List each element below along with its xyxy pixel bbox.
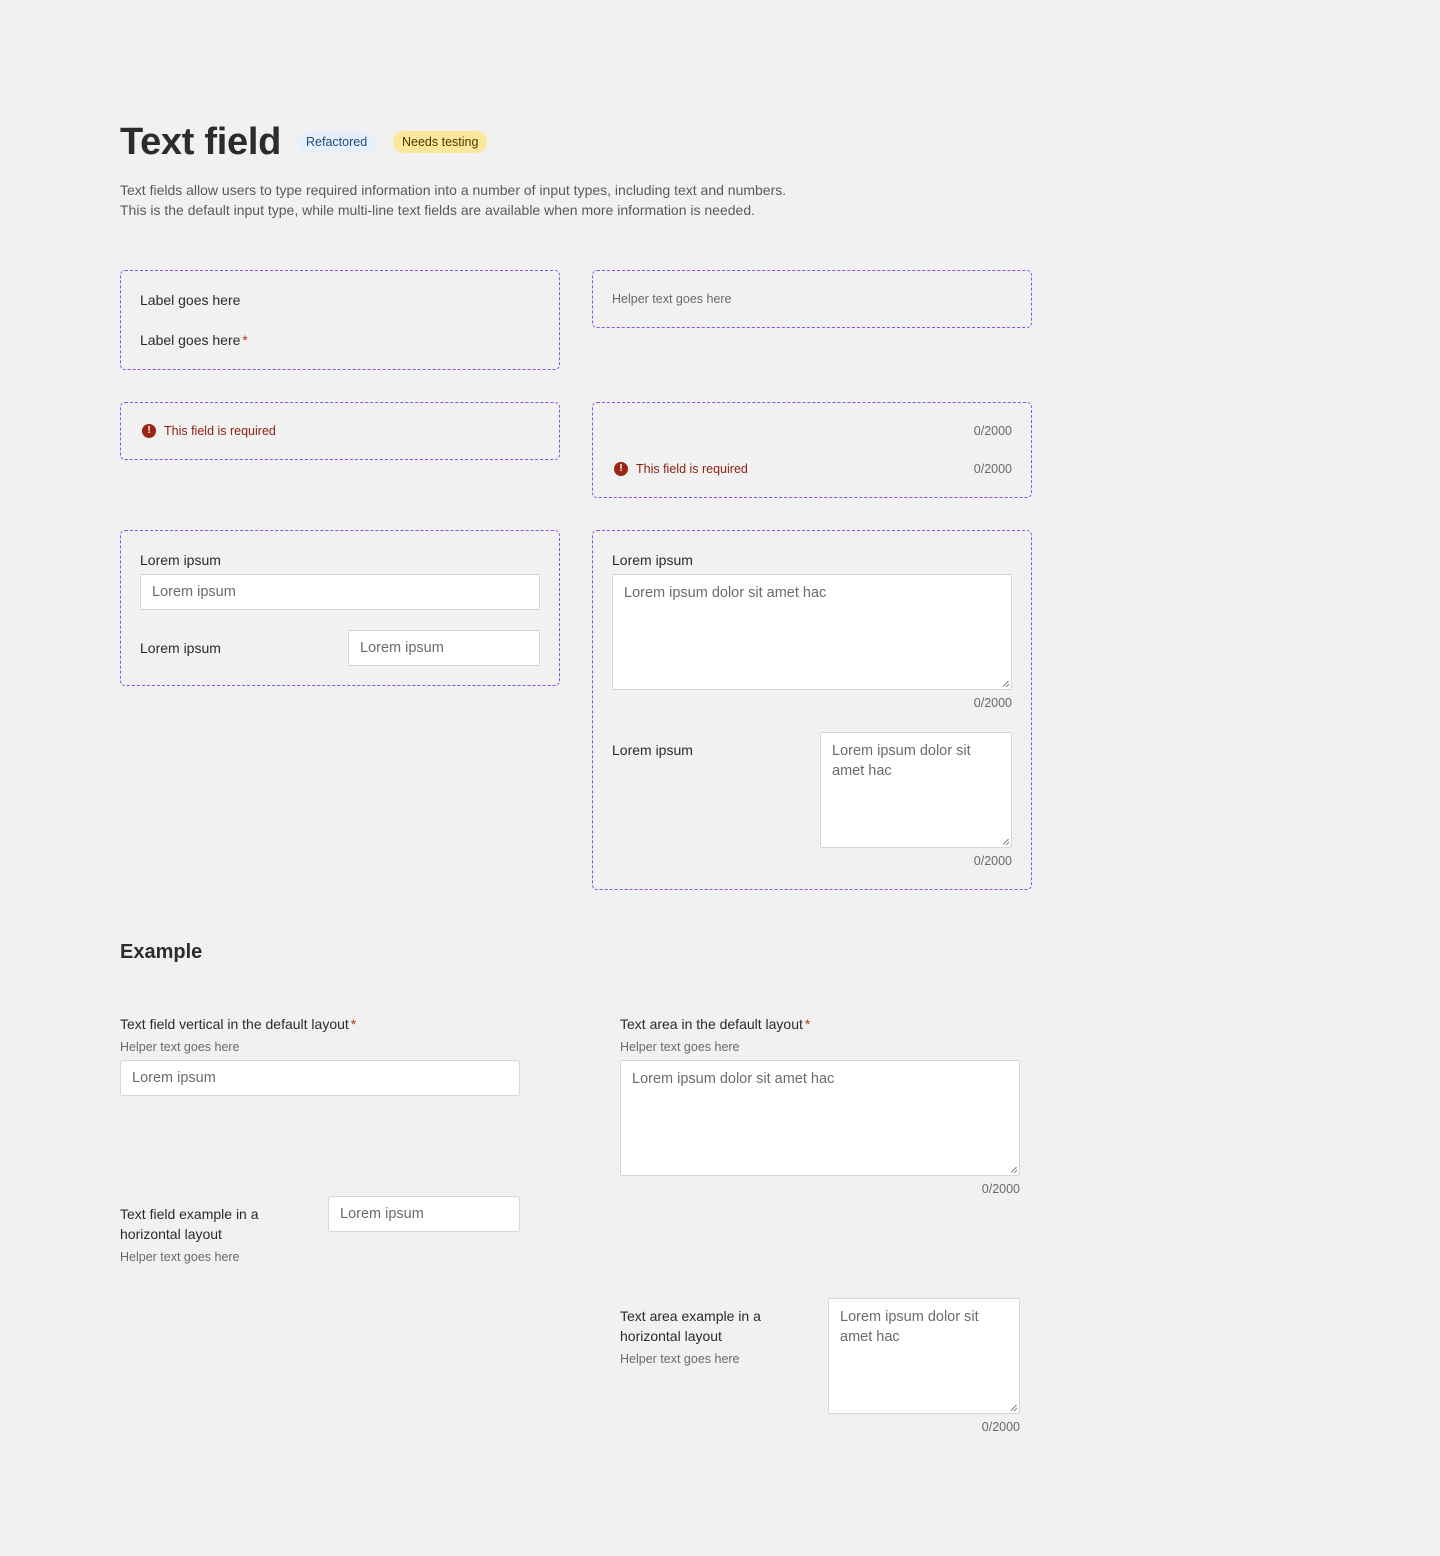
- error-icon: !: [614, 462, 628, 476]
- example-heading: Example: [120, 941, 203, 963]
- field-label: Lorem ipsum: [140, 640, 221, 656]
- helper-text: Helper text goes here: [620, 1040, 740, 1054]
- character-counter: 0/2000: [981, 1420, 1020, 1434]
- text-field-specimen: Lorem ipsum Lorem ipsum Lorem ipsum Lore…: [120, 530, 560, 686]
- character-counter: 0/2000: [973, 462, 1012, 476]
- example-text-area-horizontal[interactable]: Lorem ipsum dolor sit amet hac: [828, 1298, 1020, 1414]
- resize-handle-icon[interactable]: [1011, 1405, 1017, 1411]
- label-required-text: Label goes here: [140, 332, 241, 348]
- helper-text: Helper text goes here: [612, 292, 732, 306]
- example-text-area-vertical[interactable]: Lorem ipsum dolor sit amet hac: [620, 1060, 1020, 1176]
- text-area-value: Lorem ipsum dolor sit amet hac: [632, 1071, 835, 1087]
- text-field-vertical[interactable]: Lorem ipsum: [140, 574, 540, 610]
- field-label: Lorem ipsum: [140, 552, 221, 568]
- label-text: Text field vertical in the default layou…: [120, 1016, 349, 1032]
- example-tf-vertical-label: Text field vertical in the default layou…: [120, 1014, 356, 1034]
- character-counter: 0/2000: [981, 1182, 1020, 1196]
- page-title: Text field: [120, 121, 281, 163]
- example-tf-horizontal-label-2: horizontal layout: [120, 1226, 222, 1242]
- error-text: This field is required: [164, 424, 276, 438]
- text-area-value: Lorem ipsum dolor sit amet hac: [832, 743, 971, 779]
- status-badge-needs-testing: Needs testing: [393, 131, 488, 153]
- example-text-field-horizontal[interactable]: Lorem ipsum: [328, 1196, 520, 1232]
- label-text: Text area in the default layout: [620, 1016, 803, 1032]
- character-counter: 0/2000: [973, 854, 1012, 868]
- error-text: This field is required: [636, 462, 748, 476]
- helper-text: Helper text goes here: [620, 1352, 740, 1366]
- description-line-1: Text fields allow users to type required…: [120, 182, 787, 198]
- label-text: Label goes here: [140, 292, 241, 308]
- description-line-2: This is the default input type, while mu…: [120, 202, 755, 218]
- resize-handle-icon[interactable]: [1003, 681, 1009, 687]
- example-ta-horizontal-label-1: Text area example in a: [620, 1308, 761, 1324]
- error-specimen: ! This field is required: [120, 402, 560, 460]
- text-area-vertical[interactable]: Lorem ipsum dolor sit amet hac: [612, 574, 1012, 690]
- text-field-horizontal[interactable]: Lorem ipsum: [348, 630, 540, 666]
- text-area-specimen: Lorem ipsum Lorem ipsum dolor sit amet h…: [592, 530, 1032, 890]
- page-description: Text fields allow users to type required…: [120, 180, 880, 220]
- character-counter: 0/2000: [973, 424, 1012, 438]
- counter-specimen: 0/2000 ! This field is required 0/2000: [592, 402, 1032, 498]
- error-message: ! This field is required: [142, 422, 276, 440]
- helper-specimen: Helper text goes here: [592, 270, 1032, 328]
- example-ta-horizontal-label-2: horizontal layout: [620, 1328, 722, 1344]
- example-text-field-vertical[interactable]: Lorem ipsum: [120, 1060, 520, 1096]
- status-badge-refactored: Refactored: [297, 131, 377, 153]
- character-counter: 0/2000: [973, 696, 1012, 710]
- required-marker: *: [242, 332, 248, 348]
- required-marker: *: [804, 1016, 811, 1032]
- text-area-value: Lorem ipsum dolor sit amet hac: [840, 1309, 979, 1345]
- error-icon: !: [142, 424, 156, 438]
- error-message: ! This field is required: [614, 460, 748, 478]
- text-area-horizontal[interactable]: Lorem ipsum dolor sit amet hac: [820, 732, 1012, 848]
- label-specimen: Label goes here Label goes here *: [120, 270, 560, 370]
- label-required: Label goes here *: [140, 330, 248, 350]
- helper-text: Helper text goes here: [120, 1040, 240, 1054]
- field-label: Lorem ipsum: [612, 742, 693, 758]
- field-label: Lorem ipsum: [612, 552, 693, 568]
- resize-handle-icon[interactable]: [1003, 839, 1009, 845]
- example-tf-horizontal-label-1: Text field example in a: [120, 1206, 259, 1222]
- helper-text: Helper text goes here: [120, 1250, 240, 1264]
- example-ta-vertical-label: Text area in the default layout *: [620, 1014, 810, 1034]
- resize-handle-icon[interactable]: [1011, 1167, 1017, 1173]
- required-marker: *: [350, 1016, 357, 1032]
- text-area-value: Lorem ipsum dolor sit amet hac: [624, 585, 827, 601]
